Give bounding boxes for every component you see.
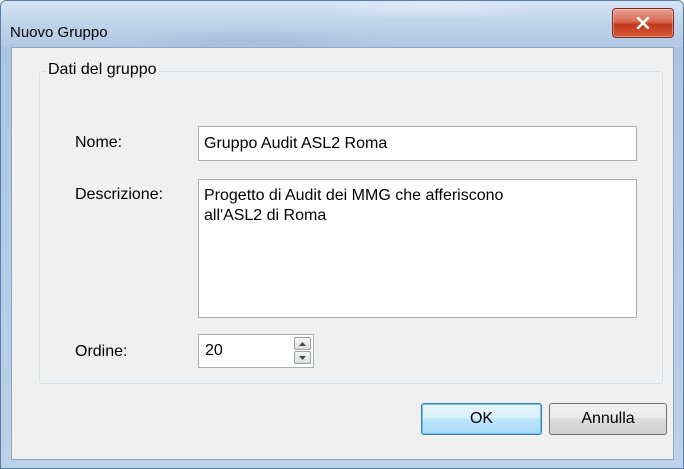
nome-label: Nome: (75, 134, 123, 151)
ordine-label: Ordine: (75, 343, 128, 360)
title-bar[interactable]: Nuovo Gruppo (1, 1, 683, 47)
ordine-spinner[interactable]: 20 (198, 334, 314, 368)
triangle-up-icon (299, 341, 306, 346)
dialog-window: Nuovo Gruppo Dati del gruppo Nome: Grupp… (0, 0, 684, 469)
spin-up-button[interactable] (294, 337, 311, 350)
close-x-icon (636, 17, 650, 29)
descrizione-textarea[interactable]: Progetto di Audit dei MMG che afferiscon… (198, 179, 637, 318)
window-title: Nuovo Gruppo (10, 24, 108, 41)
ordine-value: 20 (205, 342, 223, 359)
ok-button[interactable]: OK (421, 403, 542, 435)
cancel-button[interactable]: Annulla (549, 403, 667, 435)
spin-buttons (294, 337, 311, 365)
dialog-body: Dati del gruppo Nome: Gruppo Audit ASL2 … (11, 47, 674, 460)
descrizione-label: Descrizione: (75, 186, 164, 203)
spin-down-button[interactable] (294, 351, 311, 364)
groupbox-title: Dati del gruppo (46, 60, 159, 80)
close-button[interactable] (612, 8, 674, 38)
nome-input[interactable]: Gruppo Audit ASL2 Roma (198, 126, 637, 161)
triangle-down-icon (299, 355, 306, 360)
